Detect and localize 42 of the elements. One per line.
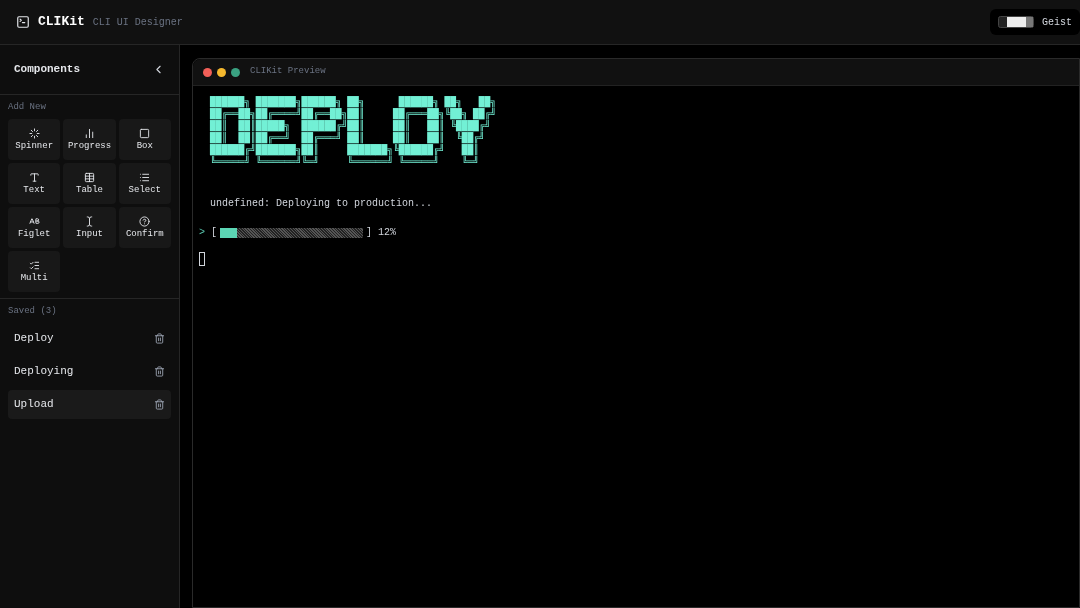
section-heading: Saved (3) [7,304,58,318]
app-name: CLIKit [38,13,85,32]
component-button[interactable]: Text [8,162,61,204]
square-icon [139,127,151,139]
sidebar-title: Components [14,62,80,78]
text-cursor-icon [84,215,95,227]
component-button[interactable]: Input [63,206,116,248]
delete-icon[interactable] [154,366,165,377]
window-title: CLIKit Preview [250,65,326,79]
section-heading: Add New [7,101,47,114]
delete-icon[interactable] [154,399,165,410]
saved-item[interactable]: Deploying [8,357,171,386]
bar-chart-icon [84,127,95,139]
component-button[interactable]: Box [118,118,171,160]
bracket: [ [211,226,218,240]
delete-icon[interactable] [154,333,165,344]
cursor-block [199,252,205,266]
progress-reading: 12% [378,226,397,240]
font-selector[interactable]: Geist [990,9,1080,35]
bracket: ] [366,226,373,240]
prompt-symbol: > [199,226,205,240]
component-button[interactable]: Spinner [8,118,61,160]
component-button[interactable]: Table [63,162,116,204]
status-line: undefined: Deploying to production... [210,197,434,211]
table-icon [84,171,95,183]
terminal-icon [16,15,30,29]
component-button[interactable]: Progress [63,118,116,160]
component-button[interactable]: Multi [8,250,61,292]
question-icon [139,215,151,227]
letter-icon [28,171,40,183]
list-icon [139,171,151,183]
checklist-icon [28,259,40,271]
figlet-text: ██████╗ ███████╗██████╗ ██╗ ██████╗ ██╗ ██╗ ██╔══██╗██╔════╝██╔══██╗██║ ██╔═══██╗╚██╗ ██╔╝ ██║ ██║█████╗ ██████╔╝██║ ██║ ██║ ╚████╔╝ ██║ ██║██╔══╝ ██╔═══╝ ██║ ██║ ██║ ╚██╔╝ ██████╔╝███████╗██║ ███████╗╚██████╔╝ ██║ ╚═════╝ ╚══════╝╚═╝ ╚══════╝ ╚═════╝ ╚═╝ [210,96,496,168]
letter-icon [28,215,40,227]
spinner-icon [28,127,40,139]
app-subtitle: CLI UI Designer [92,15,183,30]
component-button[interactable]: Figlet [8,206,61,248]
saved-item[interactable]: Deploy [8,324,171,353]
component-button[interactable]: Confirm [118,206,171,248]
toggle-icon [998,16,1034,28]
component-button[interactable]: Select [118,162,171,204]
saved-item[interactable]: Upload [8,390,171,419]
